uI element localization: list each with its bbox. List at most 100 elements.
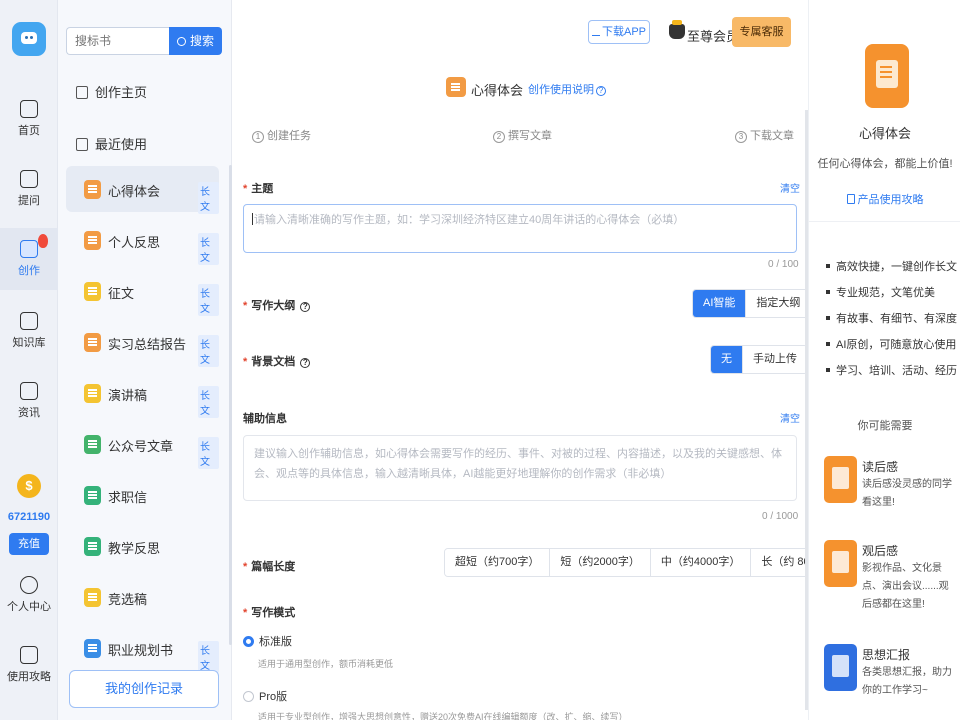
aux-counter: 0 / 1000 [762, 511, 799, 522]
topic-clear-link[interactable]: 清空 [780, 180, 800, 195]
recommend-title: 读后感 [862, 460, 899, 474]
app-logo[interactable] [12, 22, 46, 56]
category-name: 教学反思 [108, 541, 161, 556]
category-item[interactable]: 公众号文章 长文 [66, 421, 219, 469]
mode-pro-radio[interactable]: Pro版 [243, 688, 287, 704]
category-name: 征文 [108, 286, 135, 301]
main-content: 下载APP 至尊会员 专属客服 心得体会 创作使用说明? 1 创建任务 2 撰写文章… [232, 0, 855, 720]
topic-input[interactable]: 请输入清晰准确的写作主题，如：学习深圳经济特区建立40周年讲话的心得体会（必填） [243, 204, 797, 253]
rail-knowledge[interactable]: 知识库 [0, 312, 58, 350]
product-guide-link[interactable]: 产品使用攻略 [809, 191, 960, 207]
chat-icon [20, 170, 38, 188]
category-name: 公众号文章 [108, 439, 174, 454]
category-tag: 长文 [198, 284, 219, 316]
mode-pro-desc: 适用于专业型创作，增强大思想创意性，赠送20次免费AI在线编辑额度（改、扩、缩、… [258, 712, 628, 720]
category-item[interactable]: 个人反思 长文 [66, 217, 219, 265]
recommend-icon [824, 644, 857, 691]
rail-create-label: 创作 [18, 265, 40, 277]
background-toggle: 无手动上传 [710, 345, 808, 374]
rail-profile[interactable]: 个人中心 [0, 576, 58, 614]
rail-home[interactable]: 首页 [0, 100, 58, 138]
help-icon: ? [300, 358, 311, 368]
recent-icon [76, 138, 88, 151]
category-item[interactable]: 教学反思 [66, 523, 219, 569]
category-tag: 长文 [198, 233, 219, 265]
tool-icon [446, 77, 466, 97]
background-option[interactable]: 无 [711, 346, 743, 373]
search-bar: 搜索 [66, 27, 222, 55]
step-3-label: 下载文章 [750, 130, 794, 142]
background-option[interactable]: 手动上传 [743, 346, 807, 373]
category-item[interactable]: 征文 长文 [66, 268, 219, 316]
recommend-desc: 读后感没灵感的同学看这里! [862, 479, 952, 508]
category-tag: 长文 [198, 641, 219, 673]
nav-recent[interactable]: 最近使用 [76, 134, 147, 153]
search-button[interactable]: 搜索 [169, 27, 222, 55]
home-icon [20, 100, 38, 118]
category-icon [84, 384, 101, 403]
category-item[interactable]: 竞选稿 [66, 574, 219, 620]
category-item[interactable]: 求职信 [66, 472, 219, 518]
product-slogan: 任何心得体会，都能上价值! [817, 158, 953, 170]
radio-dot [243, 636, 254, 647]
rail-home-label: 首页 [18, 125, 40, 137]
mode-standard-radio[interactable]: 标准版 [243, 633, 292, 649]
length-option[interactable]: 短（约2000字） [550, 549, 651, 576]
topic-placeholder: 请输入清晰准确的写作主题，如：学习深圳经济特区建立40周年讲话的心得体会（必填） [254, 214, 685, 226]
step-1-label: 创建任务 [267, 130, 311, 142]
step-1: 1 创建任务 [252, 127, 311, 143]
download-app-label: 下载APP [601, 26, 646, 38]
rail-news[interactable]: 资讯 [0, 382, 58, 420]
rail-create[interactable]: 创作 [0, 228, 58, 290]
recommend-title: 观后感 [862, 544, 899, 558]
category-item[interactable]: 演讲稿 长文 [66, 370, 219, 418]
tool-help-link[interactable]: 创作使用说明? [528, 81, 606, 97]
feature-item: 高效快捷，一键创作长文 [826, 258, 957, 274]
crown-icon [669, 20, 685, 39]
nav-create-home-label: 创作主页 [95, 85, 148, 100]
mode-label-text: 写作模式 [251, 607, 296, 619]
coin-count: 6721190 [7, 511, 51, 523]
category-item[interactable]: 实习总结报告 长文 [66, 319, 219, 367]
length-option[interactable]: 中（约4000字） [650, 549, 752, 576]
fire-icon [38, 234, 48, 248]
product-name: 心得体会 [858, 126, 911, 141]
download-app-button[interactable]: 下载APP [588, 20, 650, 44]
radio-dot [243, 691, 254, 702]
rail-news-label: 资讯 [18, 407, 40, 419]
nav-create-home[interactable]: 创作主页 [76, 82, 147, 101]
recharge-button[interactable]: 充值 [9, 533, 49, 555]
category-name: 个人反思 [108, 235, 161, 250]
background-label-text: 背景文档 [251, 356, 296, 368]
step-2-label: 撰写文章 [508, 130, 552, 142]
length-option[interactable]: 超短（约700字） [445, 549, 551, 576]
tool-title: 心得体会 [471, 83, 524, 98]
recommend-desc: 影视作品、文化景点、演出会议......观后感都在这里! [862, 563, 949, 610]
topic-label: * 主题 [243, 183, 274, 195]
category-tag: 长文 [198, 437, 219, 469]
user-icon [20, 576, 38, 594]
edit-icon [76, 86, 88, 99]
outline-option[interactable]: AI智能 [693, 290, 747, 317]
category-item[interactable]: 心得体会 长文 [66, 166, 219, 214]
category-name: 实习总结报告 [108, 337, 187, 352]
aux-clear-link[interactable]: 清空 [780, 410, 800, 425]
category-icon [84, 639, 101, 658]
category-name: 求职信 [108, 490, 148, 505]
service-button[interactable]: 专属客服 [732, 17, 791, 47]
rail-guide[interactable]: 使用攻略 [0, 646, 58, 684]
outline-option[interactable]: 指定大纲 [746, 290, 811, 317]
category-icon [84, 486, 101, 505]
length-options: 超短（约700字） 短（约2000字） 中（约4000字） 长（约 8000字） [444, 548, 855, 577]
category-item[interactable]: 职业规划书 长文 [66, 625, 219, 673]
category-icon [84, 231, 101, 250]
recommend-icon [824, 540, 857, 587]
product-card: 心得体会 任何心得体会，都能上价值! 产品使用攻略 [809, 0, 960, 222]
search-input[interactable] [66, 27, 169, 55]
outline-toggle: AI智能 指定大纲 [692, 289, 812, 318]
rail-ask[interactable]: 提问 [0, 170, 58, 208]
mode-standard-label: 标准版 [259, 636, 292, 648]
aux-input[interactable]: 建议输入创作辅助信息，如心得体会需要写作的经历、事件、对被的过程、内容描述，以及… [243, 435, 797, 501]
my-records-button[interactable]: 我的创作记录 [69, 670, 219, 708]
search-button-label: 搜索 [189, 34, 214, 48]
